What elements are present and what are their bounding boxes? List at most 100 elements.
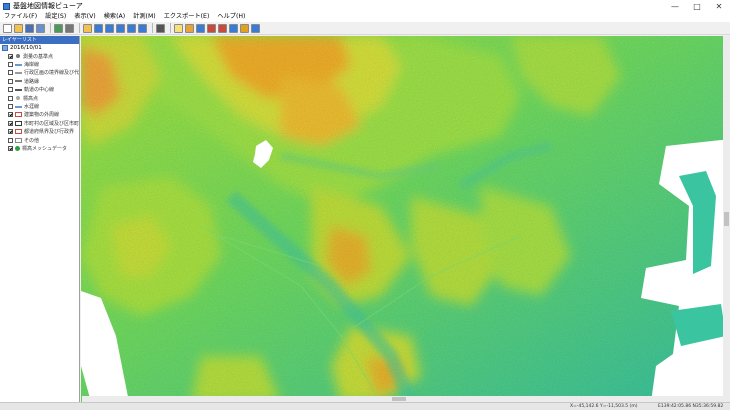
point-icon (16, 54, 20, 59)
layer-checkbox[interactable] (8, 137, 13, 143)
status-bar: X=-45,142.6 Y=-11,503.5 (m) E139:42:05.8… (0, 402, 730, 410)
table-icon[interactable] (218, 23, 227, 33)
layer-item[interactable]: 軌道の中心線 (0, 86, 79, 94)
status-coordinates: X=-45,142.6 Y=-11,503.5 (m) (570, 404, 638, 409)
layer-list: 測量の基準点 海岸線 行政区画の境界線及び代... 道路縁軌道の中心線 標高点水涯線 建築… (0, 52, 79, 153)
zoom-window-icon[interactable] (127, 23, 136, 33)
elevation-map-canvas (81, 36, 730, 402)
folder-icon (15, 137, 22, 143)
layer-checkbox[interactable] (8, 112, 13, 118)
minimize-icon[interactable]: — (664, 0, 686, 12)
layer-item[interactable]: 道路縁 (0, 77, 79, 85)
horizontal-scroll-thumb[interactable] (392, 397, 406, 401)
hillshade-texture (81, 36, 730, 402)
new-file-icon[interactable] (3, 23, 12, 33)
point-icon (16, 96, 20, 101)
layer-label: 海岸線 (24, 62, 40, 69)
toolbar-separator (79, 23, 80, 33)
zoom-in-icon[interactable] (94, 23, 103, 33)
layer-label: 標高メッシュデータ (22, 145, 68, 152)
layer-label: 水涯線 (24, 104, 40, 111)
elevation-icon[interactable] (185, 23, 194, 33)
full-extent-icon[interactable] (138, 23, 147, 33)
layer-label: 測量の基準点 (23, 53, 54, 60)
layer-checkbox[interactable] (8, 95, 13, 101)
menu-bar: ファイル(F) 設定(S) 表示(V) 検索(A) 計測(M) エクスポート(E… (0, 12, 730, 22)
select-icon[interactable] (174, 23, 183, 33)
layer-item[interactable]: 水涯線 (0, 102, 79, 110)
layer-label: 建築物の外周線 (24, 112, 60, 119)
layer-checkbox[interactable] (8, 104, 13, 110)
menu-help[interactable]: ヘルプ(H) (213, 12, 249, 22)
layer-checkbox[interactable] (8, 145, 13, 151)
print-icon[interactable] (65, 23, 74, 33)
layer-label: 軌道の中心線 (24, 87, 55, 94)
profile-icon[interactable] (196, 23, 205, 33)
help-icon[interactable] (240, 23, 249, 33)
layer-checkbox[interactable] (8, 53, 13, 59)
menu-settings[interactable]: 設定(S) (41, 12, 70, 22)
layer-item[interactable]: 建築物の外周線 (0, 111, 79, 119)
layer-item[interactable]: 海岸線 (0, 60, 79, 68)
menu-export[interactable]: エクスポート(E) (160, 12, 214, 22)
polygon-icon (15, 129, 22, 135)
export-icon[interactable] (36, 23, 45, 33)
menu-search[interactable]: 検索(A) (100, 12, 129, 22)
toolbar-separator (170, 23, 171, 33)
layer-item[interactable]: 市町村の区域及び区市町... (0, 119, 79, 127)
vertical-scrollbar[interactable] (723, 36, 730, 396)
open-folder-icon[interactable] (14, 23, 23, 33)
vertical-scroll-thumb[interactable] (724, 212, 729, 226)
layer-checkbox[interactable] (8, 62, 13, 68)
menu-file[interactable]: ファイル(F) (0, 12, 41, 22)
menu-measure[interactable]: 計測(M) (129, 12, 160, 22)
zoom-out-icon[interactable] (105, 23, 114, 33)
search-icon[interactable] (251, 23, 260, 33)
chart-icon[interactable] (229, 23, 238, 33)
pan-icon[interactable] (83, 23, 92, 33)
window-controls: — □ ✕ (664, 0, 730, 12)
layer-checkbox[interactable] (8, 70, 13, 76)
maximize-icon[interactable]: □ (686, 0, 708, 12)
layer-checkbox[interactable] (8, 87, 13, 93)
layer-item[interactable]: 測量の基準点 (0, 52, 79, 60)
status-latlon: E139:42:05.86 N35:36:59.82 (658, 404, 724, 409)
menu-view[interactable]: 表示(V) (70, 12, 99, 22)
layer-item[interactable]: 行政区画の境界線及び代... (0, 69, 79, 77)
tree-root[interactable]: 2016/10/01 (0, 44, 79, 52)
layer-item[interactable]: その他 (0, 136, 79, 144)
layer-item[interactable]: 標高点 (0, 94, 79, 102)
layer-label: 行政区画の境界線及び代... (24, 70, 80, 77)
elevation-map[interactable] (81, 36, 730, 402)
close-icon[interactable]: ✕ (708, 0, 730, 12)
toolbar-separator (152, 23, 153, 33)
line-icon (15, 63, 22, 66)
tree-root-label: 2016/10/01 (10, 45, 42, 51)
layer-label: 都道府県界及び行政界 (24, 129, 75, 136)
layer-checkbox[interactable] (8, 78, 13, 84)
line-icon (15, 80, 22, 83)
toolbar-separator (50, 23, 51, 33)
layer-item[interactable]: 標高メッシュデータ (0, 144, 79, 152)
polygon-icon (15, 120, 22, 126)
database-icon (2, 45, 8, 51)
grid-icon[interactable] (207, 23, 216, 33)
line-icon (15, 71, 22, 74)
layer-item[interactable]: 都道府県界及び行政界 (0, 128, 79, 136)
save-icon[interactable] (25, 23, 34, 33)
layer-label: 標高点 (23, 95, 39, 102)
layer-label: 市町村の区域及び区市町... (24, 120, 80, 127)
measure-icon[interactable] (156, 23, 165, 33)
layer-panel-header: レイヤーリスト (0, 36, 79, 44)
layer-icon[interactable] (54, 23, 63, 33)
line-icon (15, 88, 22, 91)
zoom-fit-icon[interactable] (116, 23, 125, 33)
layer-label: その他 (24, 137, 40, 144)
layer-checkbox[interactable] (8, 120, 13, 126)
app-icon (3, 2, 10, 10)
layer-checkbox[interactable] (8, 129, 13, 135)
line-icon (15, 105, 22, 108)
toolbar (0, 22, 730, 35)
layer-label: 道路縁 (24, 78, 40, 85)
layer-panel: レイヤーリスト 2016/10/01 測量の基準点 海岸線 行政区画の境界線及び代.… (0, 36, 80, 402)
